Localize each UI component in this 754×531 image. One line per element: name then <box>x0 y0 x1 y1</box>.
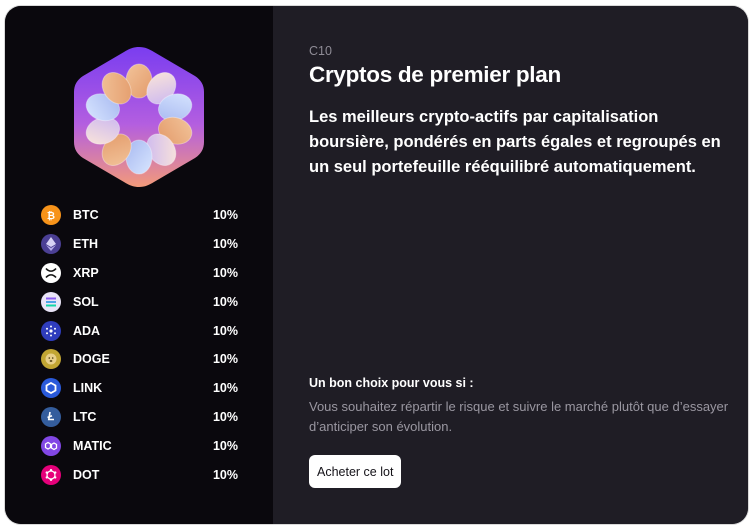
asset-weight: 10% <box>212 208 238 223</box>
asset-row-sol: SOL 10% <box>41 287 241 316</box>
asset-ticker: MATIC <box>73 438 112 453</box>
asset-row-matic: MATIC 10% <box>41 431 241 460</box>
bundle-code: C10 <box>309 44 332 58</box>
asset-row-doge: DOGE 10% <box>41 345 241 374</box>
polygon-icon <box>41 435 61 456</box>
bundle-description: Les meilleurs crypto-actifs par capitali… <box>309 108 721 176</box>
bundle-hero-illustration <box>74 47 204 187</box>
cardano-icon <box>41 320 61 341</box>
asset-weight: 10% <box>212 294 238 309</box>
bundle-visual-panel: ₿ BTC 10% ETH 10% XRP 10% SOL 10% ADA 10… <box>5 6 273 524</box>
dogecoin-icon <box>41 349 61 370</box>
litecoin-icon <box>41 406 61 427</box>
solana-icon <box>41 291 61 312</box>
asset-weight: 10% <box>212 323 238 338</box>
asset-weight: 10% <box>212 381 238 396</box>
svg-text:₿: ₿ <box>47 210 55 221</box>
asset-weight: 10% <box>212 352 238 367</box>
polkadot-icon <box>41 464 61 485</box>
buy-bundle-button[interactable]: Acheter ce lot <box>309 455 402 488</box>
asset-row-dot: DOT 10% <box>41 460 241 489</box>
asset-ticker: ETH <box>73 237 98 252</box>
asset-ticker: LINK <box>73 381 103 396</box>
asset-row-eth: ETH 10% <box>41 230 241 259</box>
asset-weight: 10% <box>212 467 238 482</box>
chainlink-icon <box>41 378 61 399</box>
bundle-title: Cryptos de premier plan <box>309 62 561 87</box>
asset-ticker: XRP <box>73 265 99 280</box>
good-fit-heading: Un bon choix pour vous si : <box>309 376 474 390</box>
asset-weight: 10% <box>212 409 238 424</box>
asset-weight: 10% <box>212 237 238 252</box>
asset-ticker: DOT <box>73 467 100 482</box>
asset-row-ada: ADA 10% <box>41 316 241 345</box>
asset-ticker: BTC <box>73 208 99 223</box>
asset-ticker: SOL <box>73 294 99 309</box>
asset-ticker: DOGE <box>73 352 110 367</box>
good-fit-text: Vous souhaitez répartir le risque et sui… <box>309 399 729 434</box>
bitcoin-icon: ₿ <box>41 205 61 226</box>
asset-ticker: LTC <box>73 409 97 424</box>
bundle-card: ₿ BTC 10% ETH 10% XRP 10% SOL 10% ADA 10… <box>5 6 748 524</box>
ethereum-icon <box>41 234 61 255</box>
bundle-details-panel: C10 Cryptos de premier plan Les meilleur… <box>273 6 748 524</box>
asset-ticker: ADA <box>73 323 101 338</box>
asset-row-ltc: LTC 10% <box>41 403 241 432</box>
asset-row-link: LINK 10% <box>41 374 241 403</box>
asset-row-xrp: XRP 10% <box>41 259 241 288</box>
asset-weight: 10% <box>212 265 238 280</box>
asset-weight: 10% <box>212 438 238 453</box>
asset-row-btc: ₿ BTC 10% <box>41 201 241 230</box>
asset-list: ₿ BTC 10% ETH 10% XRP 10% SOL 10% ADA 10… <box>41 201 241 489</box>
xrp-icon <box>41 262 61 283</box>
